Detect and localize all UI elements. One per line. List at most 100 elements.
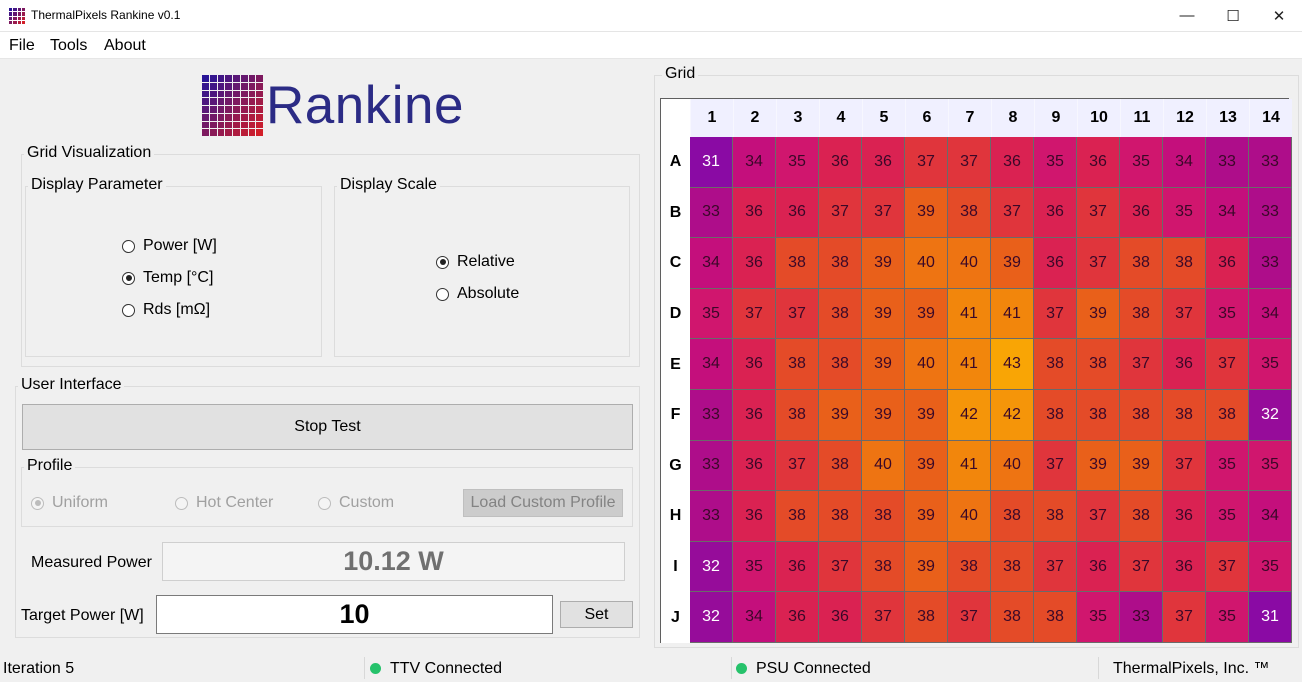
grid-cell[interactable]: 36 xyxy=(1163,491,1206,542)
grid-cell[interactable]: 31 xyxy=(1249,592,1292,643)
grid-cell[interactable]: 39 xyxy=(862,238,905,289)
grid-cell[interactable]: 38 xyxy=(1034,339,1077,390)
grid-cell[interactable]: 35 xyxy=(776,137,819,188)
grid-cell[interactable]: 38 xyxy=(948,541,991,593)
load-custom-profile-button[interactable]: Load Custom Profile xyxy=(463,489,623,517)
grid-cell[interactable]: 37 xyxy=(1077,491,1120,542)
grid-cell[interactable]: 39 xyxy=(905,187,948,239)
grid-cell[interactable]: 37 xyxy=(819,541,862,593)
grid-cell[interactable]: 32 xyxy=(1249,390,1292,441)
grid-cell[interactable]: 35 xyxy=(1206,592,1249,643)
grid-cell[interactable]: 33 xyxy=(1249,238,1292,289)
radio-hot-center[interactable]: Hot Center xyxy=(175,494,273,512)
grid-cell[interactable]: 37 xyxy=(948,137,991,188)
maximize-button[interactable]: ☐ xyxy=(1210,0,1256,31)
grid-cell[interactable]: 36 xyxy=(733,390,776,441)
grid-cell[interactable]: 38 xyxy=(1120,491,1163,542)
grid-cell[interactable]: 36 xyxy=(776,187,819,239)
grid-cell[interactable]: 36 xyxy=(733,440,776,492)
grid-cell[interactable]: 43 xyxy=(991,339,1034,390)
grid-cell[interactable]: 37 xyxy=(1077,187,1120,239)
grid-cell[interactable]: 38 xyxy=(819,238,862,289)
menu-file[interactable]: File xyxy=(9,37,35,55)
grid-cell[interactable]: 38 xyxy=(1163,390,1206,441)
grid-cell[interactable]: 37 xyxy=(1034,440,1077,492)
grid-cell[interactable]: 38 xyxy=(1120,238,1163,289)
grid-cell[interactable]: 39 xyxy=(862,288,905,340)
grid-cell[interactable]: 38 xyxy=(905,592,948,643)
grid-cell[interactable]: 33 xyxy=(690,390,733,441)
grid-cell[interactable]: 31 xyxy=(690,137,733,188)
grid-cell[interactable]: 37 xyxy=(948,592,991,643)
grid-cell[interactable]: 39 xyxy=(819,390,862,441)
grid-cell[interactable]: 39 xyxy=(862,390,905,441)
grid-cell[interactable]: 39 xyxy=(905,440,948,492)
grid-cell[interactable]: 39 xyxy=(1077,288,1120,340)
grid-cell[interactable]: 39 xyxy=(991,238,1034,289)
radio-power[interactable]: Power [W] xyxy=(122,237,217,255)
grid-cell[interactable]: 39 xyxy=(1077,440,1120,492)
grid-cell[interactable]: 36 xyxy=(733,238,776,289)
close-button[interactable]: ✕ xyxy=(1256,0,1302,31)
grid-cell[interactable]: 41 xyxy=(948,440,991,492)
grid-cell[interactable]: 37 xyxy=(1077,238,1120,289)
grid-cell[interactable]: 38 xyxy=(1206,390,1249,441)
grid-cell[interactable]: 37 xyxy=(905,137,948,188)
radio-absolute[interactable]: Absolute xyxy=(436,285,519,303)
grid-cell[interactable]: 35 xyxy=(1206,440,1249,492)
grid-cell[interactable]: 35 xyxy=(1077,592,1120,643)
grid-cell[interactable]: 37 xyxy=(991,187,1034,239)
grid-cell[interactable]: 38 xyxy=(1163,238,1206,289)
grid-cell[interactable]: 32 xyxy=(690,592,733,643)
grid-cell[interactable]: 40 xyxy=(862,440,905,492)
radio-rds[interactable]: Rds [mΩ] xyxy=(122,301,210,319)
grid-cell[interactable]: 41 xyxy=(948,288,991,340)
radio-uniform[interactable]: Uniform xyxy=(31,494,108,512)
grid-cell[interactable]: 40 xyxy=(948,491,991,542)
grid-cell[interactable]: 36 xyxy=(1163,339,1206,390)
radio-circle[interactable] xyxy=(122,303,135,317)
radio-temp[interactable]: Temp [°C] xyxy=(122,269,213,287)
grid-cell[interactable]: 32 xyxy=(690,541,733,593)
grid-cell[interactable]: 39 xyxy=(862,339,905,390)
grid-cell[interactable]: 35 xyxy=(1163,187,1206,239)
grid-cell[interactable]: 38 xyxy=(819,339,862,390)
grid-cell[interactable]: 38 xyxy=(862,541,905,593)
grid-cell[interactable]: 37 xyxy=(776,288,819,340)
grid-cell[interactable]: 33 xyxy=(690,440,733,492)
grid-cell[interactable]: 35 xyxy=(1034,137,1077,188)
grid-cell[interactable]: 35 xyxy=(1206,491,1249,542)
grid-cell[interactable]: 34 xyxy=(1163,137,1206,188)
grid-cell[interactable]: 40 xyxy=(905,339,948,390)
grid-cell[interactable]: 34 xyxy=(690,238,733,289)
grid-cell[interactable]: 37 xyxy=(1206,339,1249,390)
radio-circle[interactable] xyxy=(436,287,449,301)
grid-cell[interactable]: 34 xyxy=(1249,491,1292,542)
grid-cell[interactable]: 37 xyxy=(1120,339,1163,390)
grid-cell[interactable]: 40 xyxy=(948,238,991,289)
grid-cell[interactable]: 38 xyxy=(862,491,905,542)
grid-cell[interactable]: 33 xyxy=(1249,137,1292,188)
radio-relative[interactable]: Relative xyxy=(436,253,515,271)
grid-cell[interactable]: 38 xyxy=(991,491,1034,542)
grid-cell[interactable]: 36 xyxy=(862,137,905,188)
grid-cell[interactable]: 36 xyxy=(1077,541,1120,593)
grid-cell[interactable]: 37 xyxy=(1034,288,1077,340)
grid-cell[interactable]: 38 xyxy=(1077,390,1120,441)
set-button[interactable]: Set xyxy=(560,601,633,628)
grid-cell[interactable]: 36 xyxy=(1077,137,1120,188)
grid-cell[interactable]: 36 xyxy=(733,491,776,542)
grid-cell[interactable]: 37 xyxy=(1206,541,1249,593)
grid-cell[interactable]: 35 xyxy=(1206,288,1249,340)
grid-cell[interactable]: 36 xyxy=(776,541,819,593)
grid-cell[interactable]: 39 xyxy=(1120,440,1163,492)
grid-cell[interactable]: 38 xyxy=(776,238,819,289)
grid-cell[interactable]: 41 xyxy=(991,288,1034,340)
grid-cell[interactable]: 37 xyxy=(733,288,776,340)
radio-circle[interactable] xyxy=(175,496,188,510)
grid-cell[interactable]: 35 xyxy=(1249,541,1292,593)
grid-cell[interactable]: 36 xyxy=(733,339,776,390)
grid-cell[interactable]: 38 xyxy=(1120,390,1163,441)
radio-circle[interactable] xyxy=(318,496,331,510)
grid-cell[interactable]: 38 xyxy=(1034,491,1077,542)
